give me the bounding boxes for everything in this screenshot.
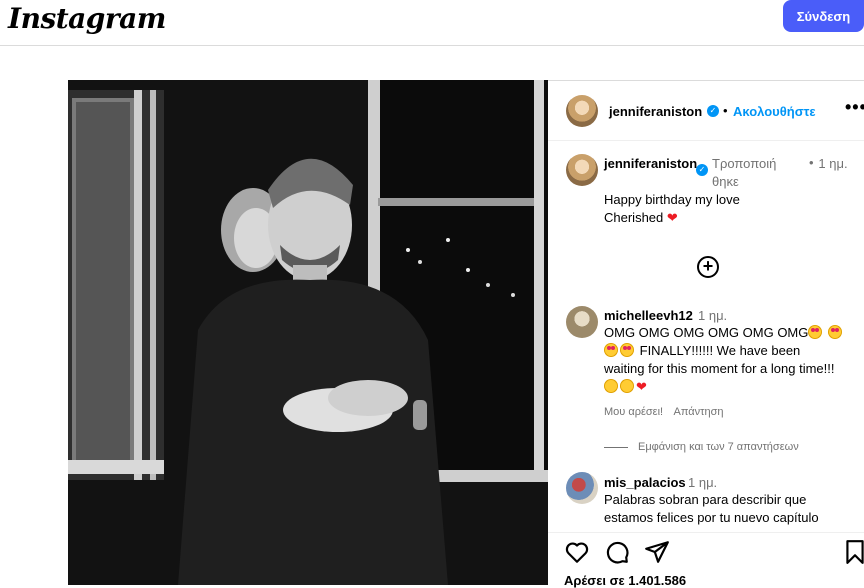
tired-face-emoji-icon <box>620 379 634 393</box>
view-replies-button[interactable]: Εμφάνιση και των 7 απαντήσεων <box>604 441 799 453</box>
comment-reply-button[interactable]: Απάντηση <box>674 406 724 418</box>
divider-line <box>604 446 628 448</box>
post-photo[interactable] <box>68 80 548 585</box>
post-header: jenniferaniston ✓ • Ακολουθήστε ••• <box>548 81 864 141</box>
post-side-panel: jenniferaniston ✓ • Ακολουθήστε ••• jenn… <box>548 80 864 588</box>
caption-username[interactable]: jenniferaniston <box>604 155 697 173</box>
separator-dot: • <box>723 103 728 118</box>
verified-badge-icon: ✓ <box>707 105 719 117</box>
comment-time[interactable]: 1 ημ. <box>688 475 717 490</box>
author-username[interactable]: jenniferaniston <box>609 104 702 119</box>
comment-username[interactable]: mis_palacios <box>604 475 686 490</box>
follow-button[interactable]: Ακολουθήστε <box>733 104 816 119</box>
separator-dot: • <box>809 155 814 170</box>
comments-list[interactable]: jenniferaniston ✓ Τροποποιήθηκε • 1 ημ. … <box>548 142 864 532</box>
post-actions-bar: Αρέσει σε 1.401.586 <box>548 532 864 588</box>
comment-text: Palabras sobran para describir que estam… <box>604 492 819 525</box>
heart-eyes-emoji-icon <box>620 343 634 357</box>
heart-icon[interactable] <box>564 539 590 565</box>
comment-actions: Μου αρέσει! Απάντηση <box>604 406 732 418</box>
caption-line-2-text: Cherished <box>604 210 664 225</box>
view-replies-label[interactable]: Εμφάνιση και των 7 απαντήσεων <box>638 441 799 453</box>
caption-username-text[interactable]: jenniferaniston <box>604 156 697 171</box>
caption-time[interactable]: 1 ημ. <box>818 155 848 173</box>
heart-emoji-icon: ❤ <box>636 379 647 394</box>
comment-text: OMG OMG OMG OMG OMG OMG FINALLY!!!!!! We… <box>604 324 844 396</box>
tired-face-emoji-icon <box>604 379 618 393</box>
commenter-avatar[interactable] <box>566 306 598 338</box>
comment-username[interactable]: michelleevh12 <box>604 308 693 323</box>
top-bar: Instagram Σύνδεση <box>0 0 864 46</box>
heart-eyes-emoji-icon <box>808 325 823 339</box>
bookmark-icon[interactable] <box>842 539 864 565</box>
comment-time[interactable]: 1 ημ. <box>698 308 727 323</box>
more-icon[interactable]: ••• <box>845 97 864 118</box>
comment-like-button[interactable]: Μου αρέσει! <box>604 406 663 418</box>
login-button[interactable]: Σύνδεση <box>783 0 864 32</box>
caption-text: Happy birthday my love Cherished ❤ <box>604 191 854 227</box>
instagram-logo[interactable]: Instagram <box>8 2 166 35</box>
likes-count[interactable]: Αρέσει σε 1.401.586 <box>564 573 686 588</box>
author-avatar[interactable] <box>566 95 598 127</box>
post-image <box>68 80 548 585</box>
heart-eyes-emoji-icon <box>828 325 843 339</box>
heart-emoji-icon: ❤ <box>666 210 678 225</box>
caption-line-2: Cherished ❤ <box>604 209 854 227</box>
verified-badge-icon: ✓ <box>696 164 708 176</box>
edited-label: Τροποποιήθηκε <box>712 156 777 189</box>
comment-icon[interactable] <box>604 539 630 565</box>
caption-avatar[interactable] <box>566 154 598 186</box>
heart-eyes-emoji-icon <box>604 343 618 357</box>
plus-circle-icon[interactable]: + <box>697 256 719 278</box>
comment-text-mid: FINALLY!!!!!! We have been waiting for t… <box>604 343 835 376</box>
caption-line-1: Happy birthday my love <box>604 192 740 207</box>
comment-text-prefix: OMG OMG OMG OMG OMG OMG <box>604 325 809 340</box>
commenter-avatar[interactable] <box>566 472 598 504</box>
share-icon[interactable] <box>644 539 670 565</box>
